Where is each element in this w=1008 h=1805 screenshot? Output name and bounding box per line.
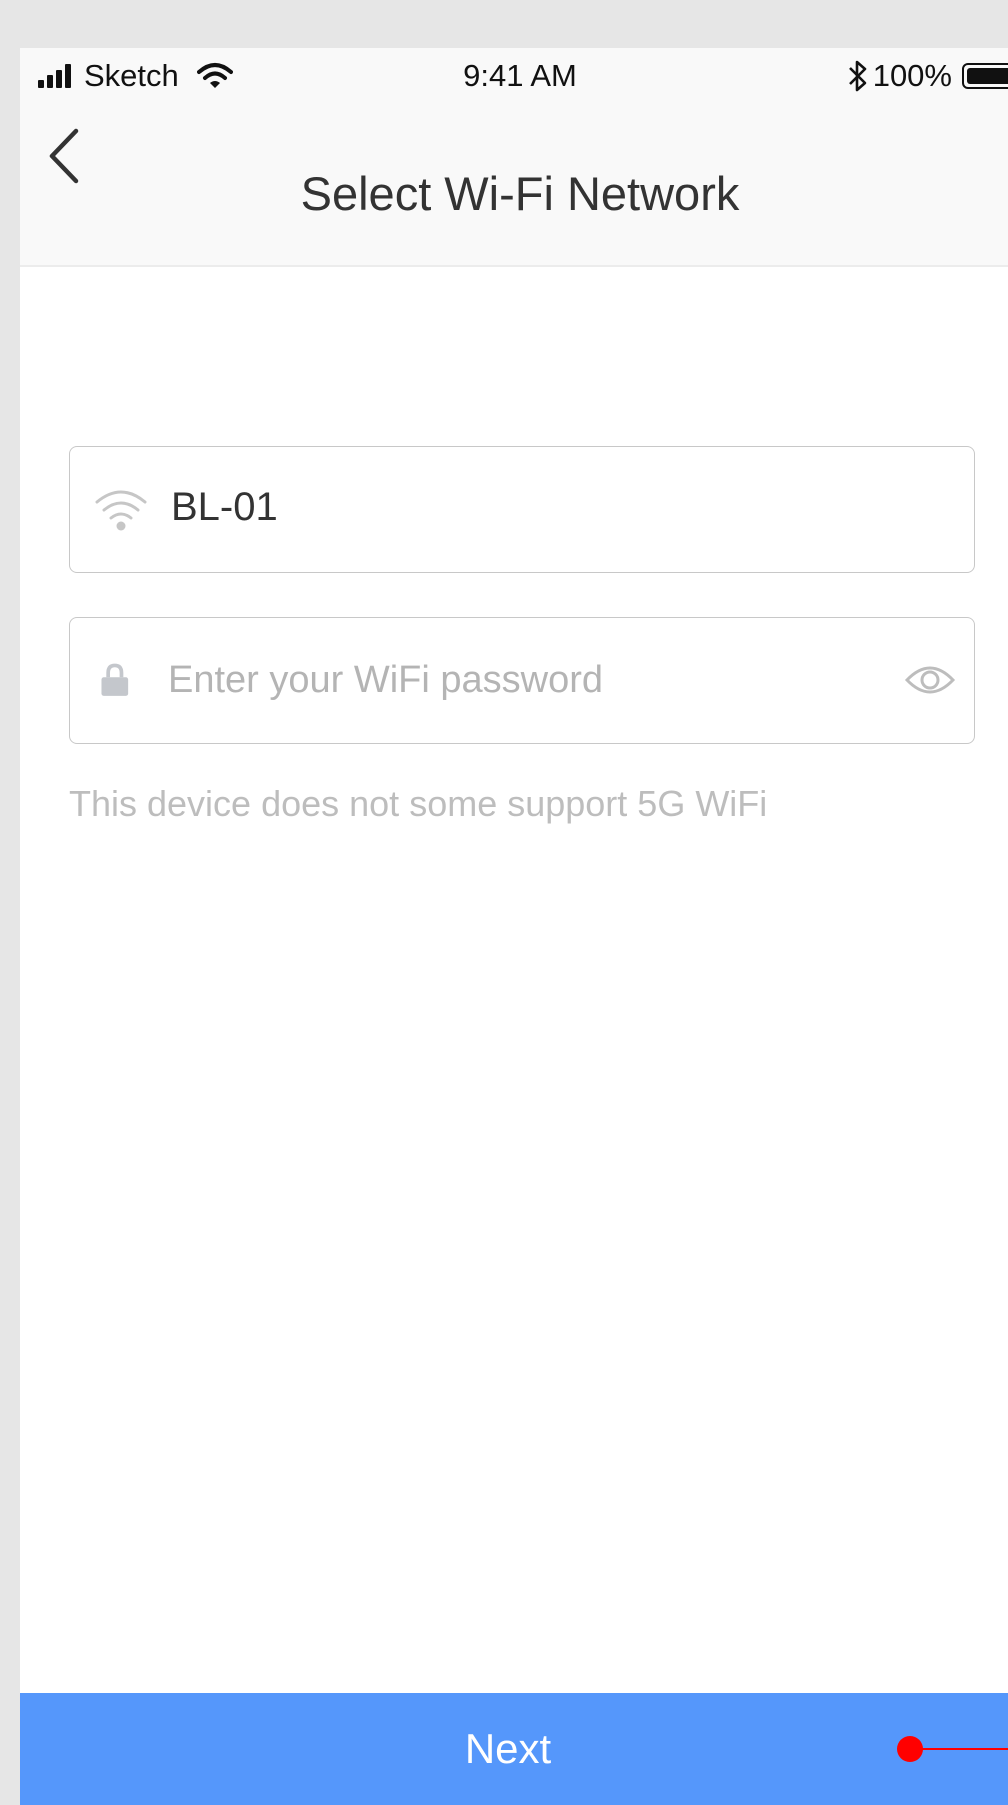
password-field[interactable]	[69, 617, 975, 744]
wifi-icon	[95, 490, 147, 531]
battery-fill	[967, 68, 1008, 84]
password-visibility-toggle[interactable]	[904, 658, 956, 702]
status-right: 100%	[847, 56, 1008, 96]
ssid-field[interactable]: BL-01	[69, 446, 975, 573]
annotation-line	[910, 1748, 1008, 1750]
phone-screen: Sketch 9:41 AM 100% Select Wi-Fi Network	[20, 48, 1008, 1805]
status-bar: Sketch 9:41 AM 100%	[20, 48, 1008, 106]
password-input[interactable]	[168, 646, 868, 714]
eye-icon	[904, 666, 956, 694]
next-button-label: Next	[464, 1725, 552, 1772]
5g-support-hint: This device does not some support 5G WiF…	[69, 783, 768, 824]
ssid-value: BL-01	[171, 485, 278, 529]
battery-icon	[962, 63, 1008, 89]
battery-percent: 100%	[872, 58, 952, 93]
next-button[interactable]: Next	[20, 1693, 1008, 1805]
lock-icon	[101, 663, 129, 696]
page-title: Select Wi-Fi Network	[300, 167, 740, 220]
bluetooth-icon	[848, 60, 867, 92]
